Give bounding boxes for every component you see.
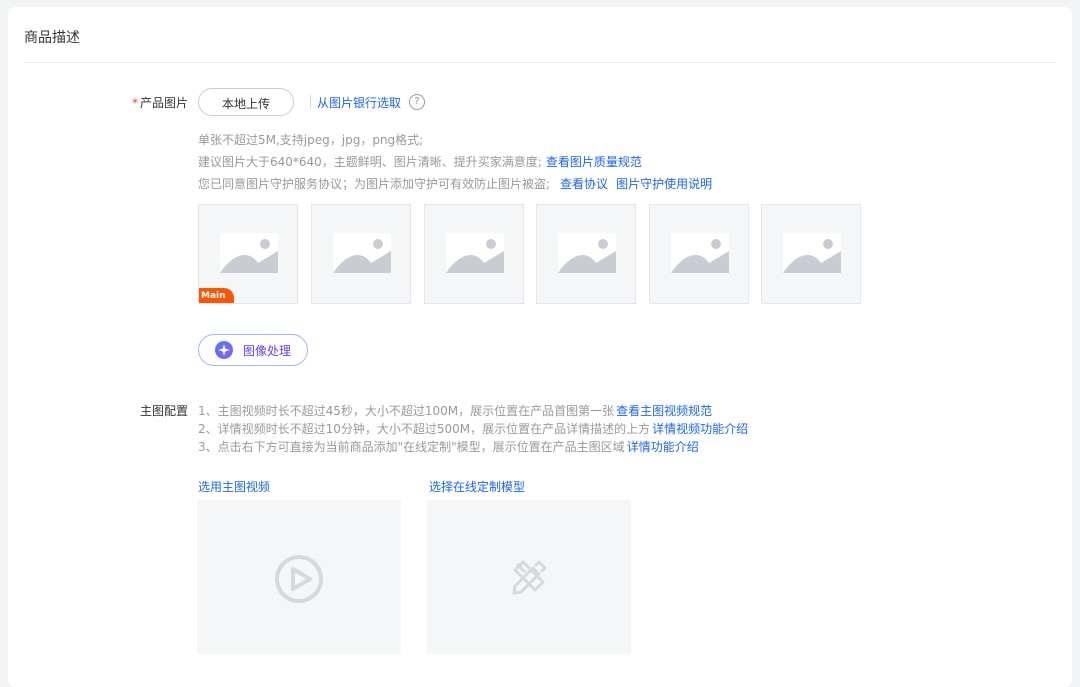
divider [24, 62, 1056, 63]
rule-2: 2、详情视频时长不超过10分钟，大小不超过500M，展示位置在产品详情描述的上方… [198, 422, 749, 436]
help-icon[interactable]: ? [409, 94, 425, 110]
view-agreement-link[interactable]: 查看协议 [560, 177, 608, 191]
model-select-box[interactable] [427, 500, 631, 654]
image-placeholder-icon [671, 233, 729, 273]
detail-video-intro-link[interactable]: 详情视频功能介绍 [652, 422, 748, 436]
image-slot[interactable] [311, 204, 411, 304]
sparkle-icon [215, 341, 233, 359]
image-placeholder-icon [220, 233, 278, 273]
hint-format: 单张不超过5M,支持jpeg，jpg，png格式; [198, 133, 424, 147]
rule-1: 1、主图视频时长不超过45秒，大小不超过100M，展示位置在产品首图第一张 查看主… [198, 404, 713, 418]
image-placeholder-icon [783, 233, 841, 273]
main-tag: Main [199, 288, 234, 303]
select-video-link[interactable]: 选用主图视频 [198, 478, 270, 495]
image-process-button[interactable]: 图像处理 [198, 334, 308, 366]
quality-spec-link[interactable]: 查看图片质量规范 [546, 155, 642, 169]
select-model-link[interactable]: 选择在线定制模型 [429, 478, 525, 495]
image-slot[interactable] [536, 204, 636, 304]
play-icon [275, 555, 323, 603]
image-placeholder-icon [333, 233, 391, 273]
separator [310, 95, 311, 109]
video-upload-box[interactable] [197, 500, 401, 654]
detail-feature-intro-link[interactable]: 详情功能介绍 [627, 440, 699, 454]
required-mark: * [131, 96, 138, 110]
image-slot-main[interactable]: Main [198, 204, 298, 304]
image-slot[interactable] [424, 204, 524, 304]
hint-quality: 建议图片大于640*640，主题鲜明、图片清晰、提升买家满意度; 查看图片质量规范 [198, 155, 642, 169]
product-description-card: 商品描述 * 产品图片 本地上传 从图片银行选取 ? 单张不超过5M,支持jpeg… [8, 7, 1072, 687]
hint-protection: 您已同意图片守护服务协议；为图片添加守护可有效防止图片被盗; 查看协议 图片守护使用… [198, 177, 713, 191]
main-video-spec-link[interactable]: 查看主图视频规范 [616, 404, 712, 418]
customize-tools-icon [512, 560, 547, 595]
product-image-label: * 产品图片 [131, 96, 188, 110]
image-process-label: 图像处理 [243, 344, 292, 358]
image-placeholder-icon [558, 233, 616, 273]
rule-3: 3、点击右下方可直接为当前商品添加"在线定制"模型，展示位置在产品主图区域 详情功… [198, 440, 699, 454]
image-slot[interactable] [649, 204, 749, 304]
image-placeholder-icon [446, 233, 504, 273]
image-slot[interactable] [761, 204, 861, 304]
local-upload-button[interactable]: 本地上传 [198, 88, 294, 116]
section-title: 商品描述 [24, 30, 80, 46]
image-bank-link[interactable]: 从图片银行选取 [317, 94, 401, 111]
protection-guide-link[interactable]: 图片守护使用说明 [616, 177, 712, 191]
main-config-label: 主图配置 [139, 404, 188, 418]
